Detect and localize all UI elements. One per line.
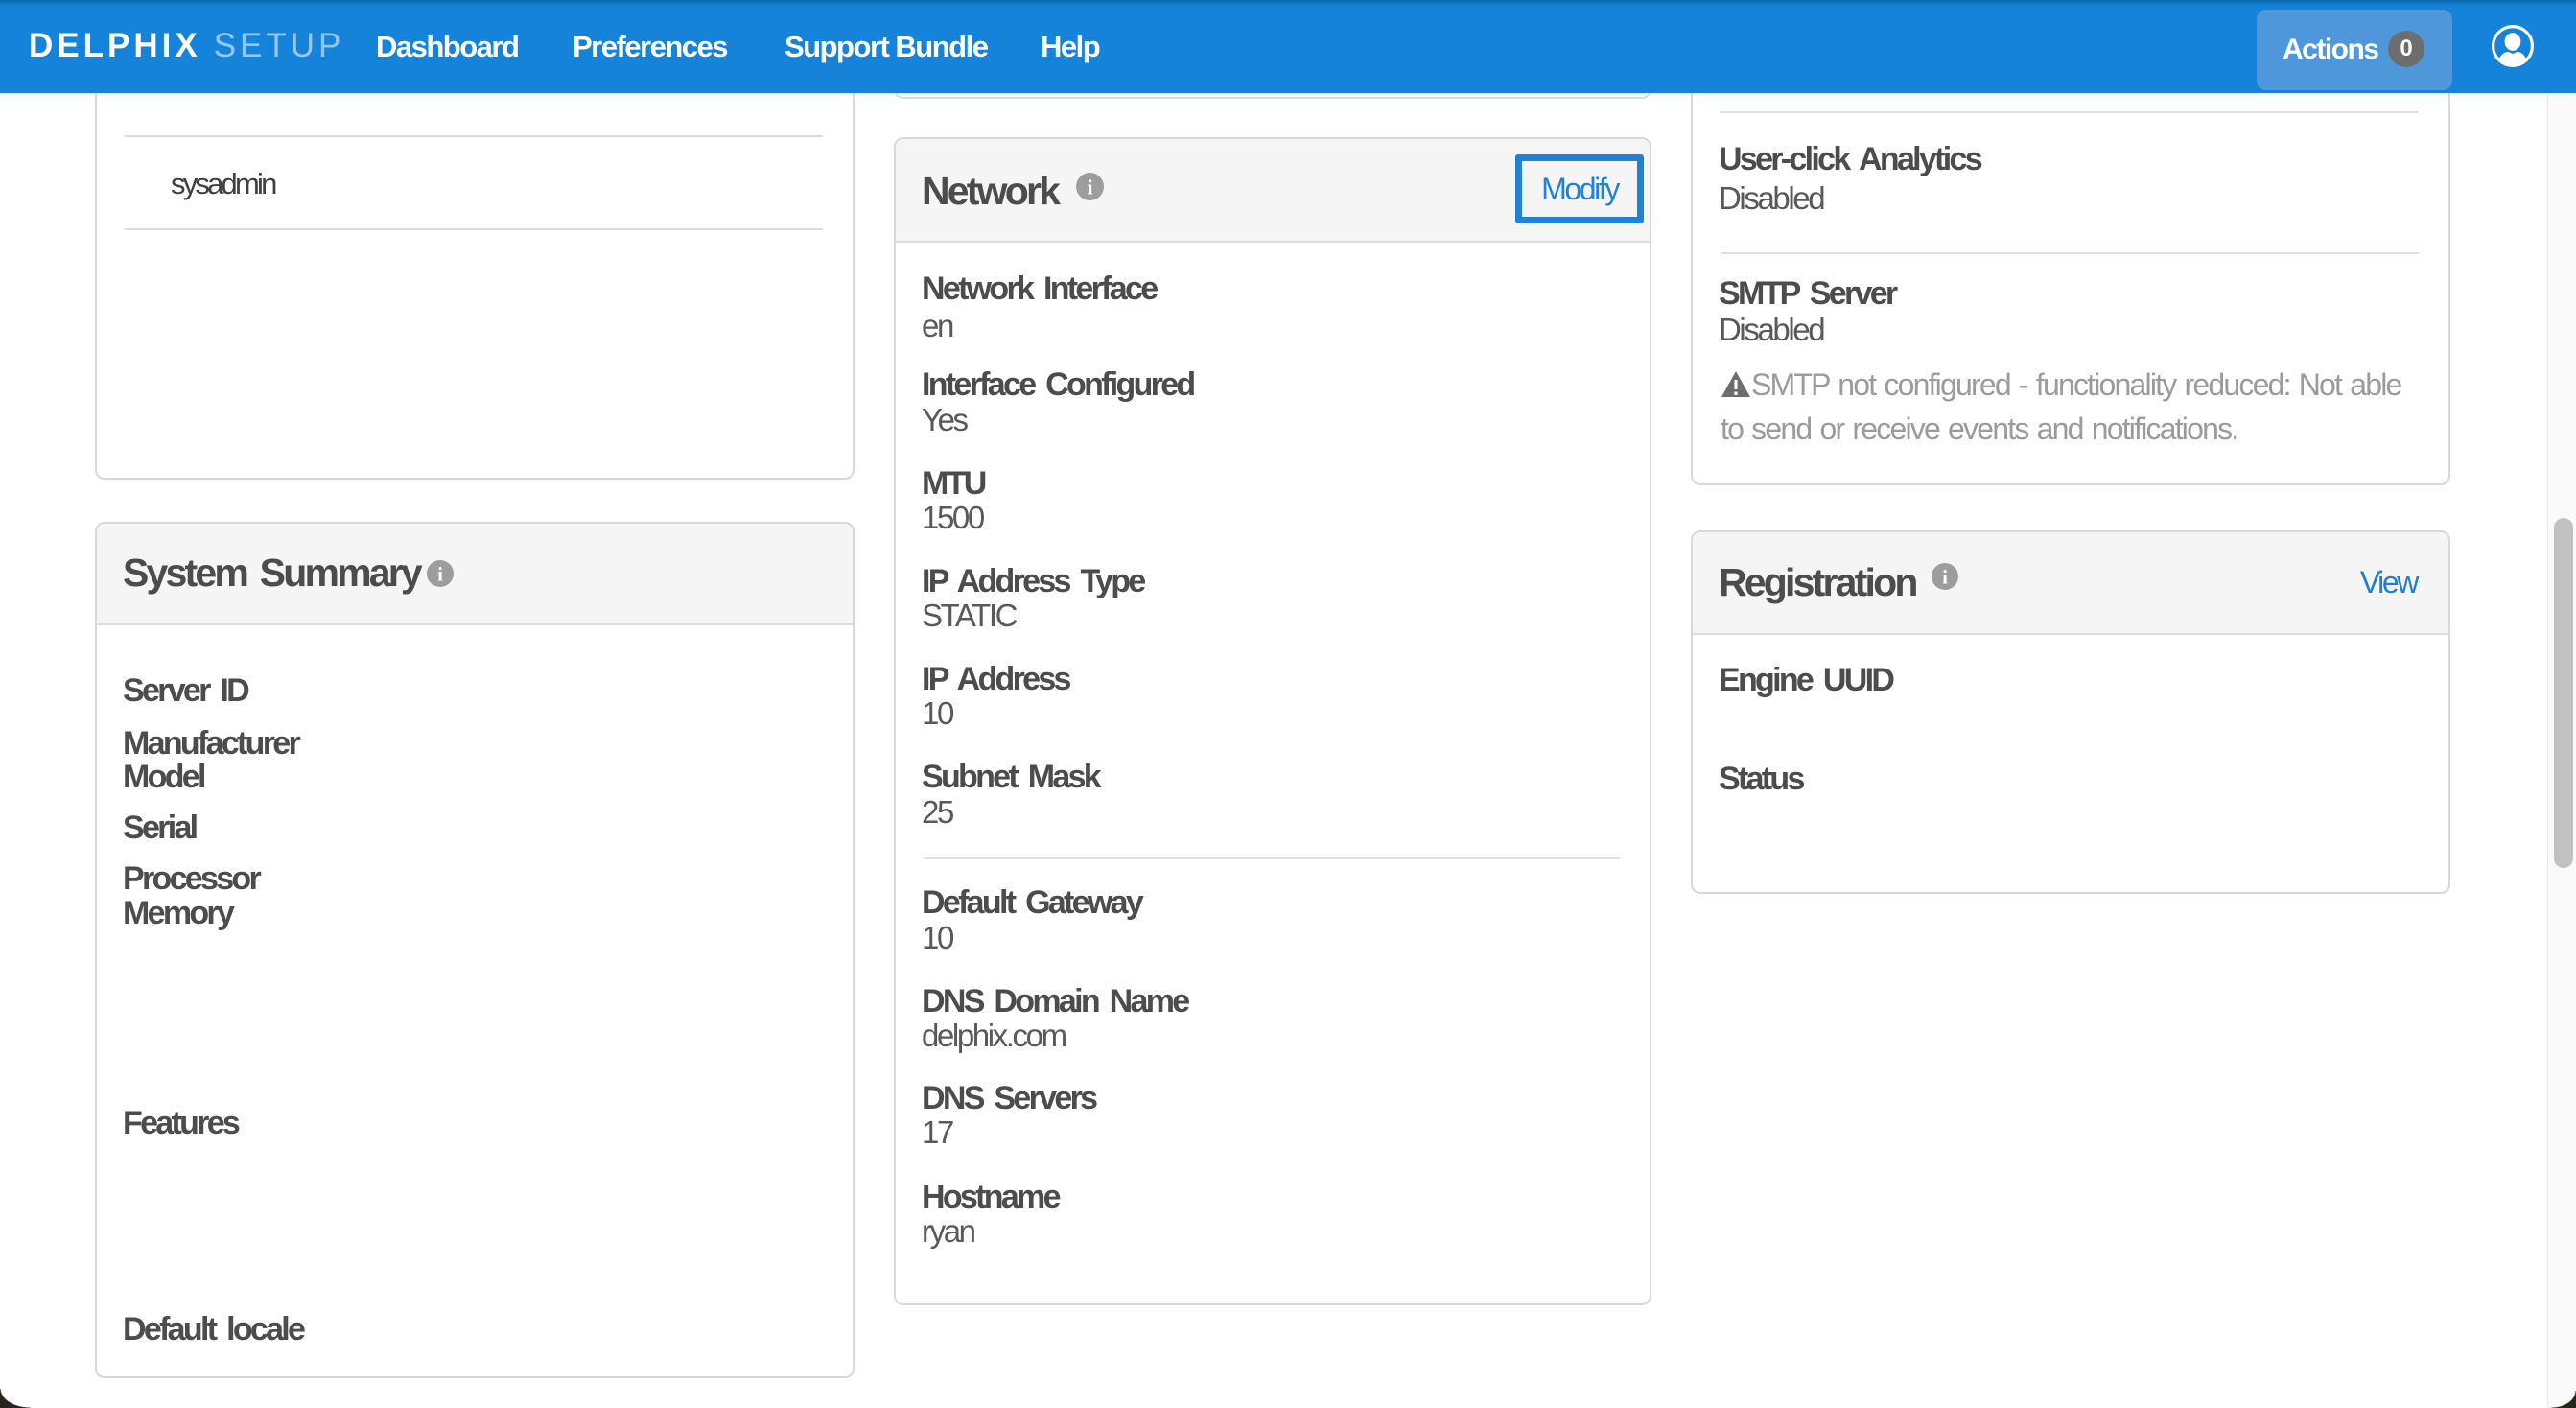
svg-text:i: i <box>1942 566 1948 589</box>
svg-text:i: i <box>437 563 443 586</box>
svg-text:i: i <box>1087 176 1092 199</box>
